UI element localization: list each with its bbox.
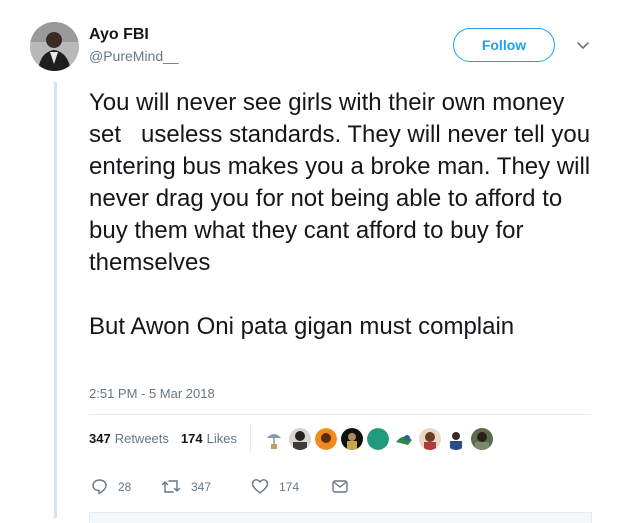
follow-button[interactable]: Follow bbox=[453, 28, 555, 62]
liker-avatar[interactable] bbox=[445, 428, 467, 450]
liker-avatar[interactable] bbox=[419, 428, 441, 450]
retweet-action[interactable]: 347 bbox=[161, 478, 211, 495]
liker-avatar[interactable] bbox=[367, 428, 389, 450]
tweet-stats: 347 Retweets 174 Likes bbox=[89, 431, 237, 446]
message-icon bbox=[332, 480, 348, 493]
user-handle[interactable]: @PureMind__ bbox=[89, 48, 179, 64]
reply-icon bbox=[92, 479, 107, 495]
retweets-count[interactable]: 347 bbox=[89, 431, 111, 446]
stats-divider bbox=[250, 423, 251, 453]
tweet-text: You will never see girls with their own … bbox=[89, 89, 591, 340]
liker-avatar[interactable] bbox=[341, 428, 363, 450]
liker-avatar[interactable] bbox=[263, 428, 285, 450]
retweet-icon bbox=[161, 480, 181, 493]
retweets-label[interactable]: Retweets bbox=[115, 431, 169, 446]
chevron-down-icon[interactable] bbox=[574, 36, 592, 54]
tweet-actions: 28 347 174 bbox=[89, 478, 369, 498]
avatar[interactable] bbox=[30, 22, 79, 71]
like-action[interactable]: 174 bbox=[251, 478, 299, 495]
liker-avatars bbox=[263, 428, 497, 450]
liker-avatar[interactable] bbox=[289, 428, 311, 450]
liker-avatar[interactable] bbox=[471, 428, 493, 450]
display-name[interactable]: Ayo FBI bbox=[89, 26, 149, 44]
tweet-timestamp[interactable]: 2:51 PM - 5 Mar 2018 bbox=[89, 386, 215, 401]
like-count: 174 bbox=[279, 479, 300, 494]
liker-avatar[interactable] bbox=[393, 428, 415, 450]
retweet-count: 347 bbox=[191, 479, 212, 494]
likes-label[interactable]: Likes bbox=[207, 431, 237, 446]
liker-avatar[interactable] bbox=[315, 428, 337, 450]
thread-line bbox=[54, 82, 57, 518]
reply-action[interactable]: 28 bbox=[91, 478, 131, 495]
reply-count: 28 bbox=[118, 479, 132, 494]
heart-icon bbox=[251, 479, 269, 494]
divider bbox=[89, 414, 590, 415]
likes-count[interactable]: 174 bbox=[181, 431, 203, 446]
direct-message-action[interactable] bbox=[331, 478, 349, 495]
